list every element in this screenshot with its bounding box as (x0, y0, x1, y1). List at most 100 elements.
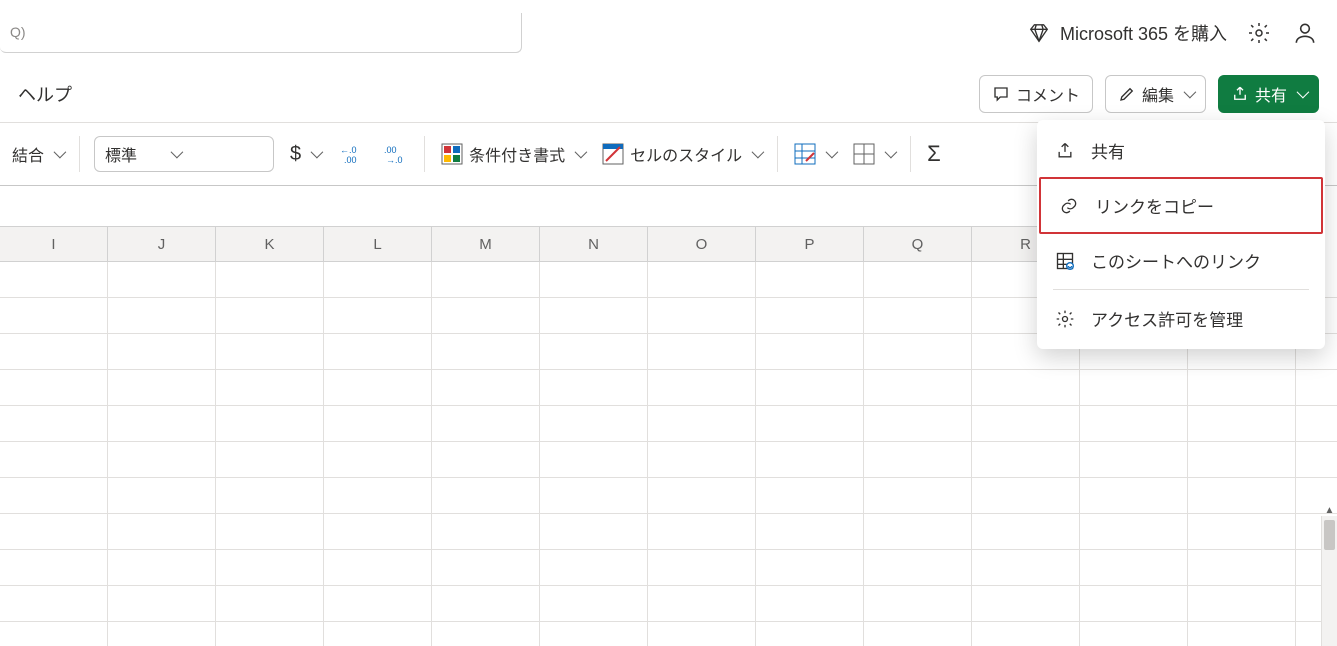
number-format-combo[interactable]: 標準 (94, 136, 274, 172)
cell[interactable] (432, 406, 540, 442)
cell[interactable] (540, 298, 648, 334)
cell[interactable] (648, 478, 756, 514)
cell[interactable] (648, 262, 756, 298)
cell[interactable] (756, 370, 864, 406)
cell[interactable] (432, 478, 540, 514)
cell[interactable] (972, 478, 1080, 514)
cell[interactable] (1080, 622, 1188, 646)
cell[interactable] (0, 298, 108, 334)
cell[interactable] (0, 442, 108, 478)
cell[interactable] (540, 478, 648, 514)
cell[interactable] (648, 514, 756, 550)
cell[interactable] (108, 514, 216, 550)
col-header[interactable]: L (324, 227, 432, 261)
cell[interactable] (648, 622, 756, 646)
cell[interactable] (756, 550, 864, 586)
decrease-decimal-button[interactable]: ←.0 .00 (336, 139, 366, 169)
cell[interactable] (216, 514, 324, 550)
account-button[interactable] (1291, 19, 1319, 47)
cell[interactable] (108, 622, 216, 646)
cell[interactable] (216, 334, 324, 370)
cell[interactable] (1188, 622, 1296, 646)
cell[interactable] (540, 514, 648, 550)
cell[interactable] (540, 370, 648, 406)
edit-mode-button[interactable]: 編集 (1105, 75, 1206, 113)
cell[interactable] (540, 442, 648, 478)
cell[interactable] (756, 298, 864, 334)
cell-styles-button[interactable]: セルのスタイル (600, 138, 763, 170)
increase-decimal-button[interactable]: .00 →.0 (380, 139, 410, 169)
cell[interactable] (756, 514, 864, 550)
cell[interactable] (756, 406, 864, 442)
autosum-button[interactable]: Σ (925, 137, 943, 171)
cell[interactable] (1296, 370, 1337, 406)
cell[interactable] (864, 550, 972, 586)
scroll-thumb[interactable] (1324, 520, 1335, 550)
cell[interactable] (972, 442, 1080, 478)
cell[interactable] (216, 622, 324, 646)
cell[interactable] (0, 586, 108, 622)
share-button[interactable]: 共有 (1218, 75, 1319, 113)
col-header[interactable]: Q (864, 227, 972, 261)
cell[interactable] (324, 370, 432, 406)
share-menu-copy-link[interactable]: リンクをコピー (1039, 177, 1323, 234)
cell[interactable] (1188, 406, 1296, 442)
cell[interactable] (432, 586, 540, 622)
cell[interactable] (1188, 370, 1296, 406)
cell[interactable] (756, 262, 864, 298)
cell[interactable] (1080, 442, 1188, 478)
cell[interactable] (1080, 514, 1188, 550)
cell[interactable] (1080, 370, 1188, 406)
cell[interactable] (756, 334, 864, 370)
cell[interactable] (324, 550, 432, 586)
cell[interactable] (108, 442, 216, 478)
cell[interactable] (108, 334, 216, 370)
cell[interactable] (324, 406, 432, 442)
col-header[interactable]: K (216, 227, 324, 261)
settings-button[interactable] (1245, 19, 1273, 47)
cell[interactable] (1080, 406, 1188, 442)
cell[interactable] (324, 622, 432, 646)
cell[interactable] (432, 262, 540, 298)
cell[interactable] (0, 622, 108, 646)
cell[interactable] (540, 622, 648, 646)
cell[interactable] (1296, 442, 1337, 478)
cell[interactable] (864, 406, 972, 442)
col-header[interactable]: P (756, 227, 864, 261)
cell[interactable] (864, 514, 972, 550)
cell[interactable] (108, 406, 216, 442)
cell[interactable] (0, 550, 108, 586)
scroll-up-arrow[interactable]: ▲ (1322, 502, 1337, 518)
cell[interactable] (0, 334, 108, 370)
cell[interactable] (108, 478, 216, 514)
col-header[interactable]: N (540, 227, 648, 261)
cell[interactable] (1080, 550, 1188, 586)
cell[interactable] (1296, 406, 1337, 442)
cell[interactable] (324, 478, 432, 514)
col-header[interactable]: M (432, 227, 540, 261)
cell[interactable] (864, 298, 972, 334)
col-header[interactable]: J (108, 227, 216, 261)
cell[interactable] (540, 550, 648, 586)
cell[interactable] (108, 586, 216, 622)
cell[interactable] (432, 550, 540, 586)
cell[interactable] (756, 622, 864, 646)
col-header[interactable]: O (648, 227, 756, 261)
cell[interactable] (972, 514, 1080, 550)
cell[interactable] (540, 262, 648, 298)
cell[interactable] (0, 478, 108, 514)
cell[interactable] (216, 478, 324, 514)
cell[interactable] (864, 478, 972, 514)
cell[interactable] (972, 370, 1080, 406)
cell[interactable] (864, 442, 972, 478)
comments-button[interactable]: コメント (979, 75, 1093, 113)
cell[interactable] (0, 370, 108, 406)
cell[interactable] (432, 514, 540, 550)
cell[interactable] (108, 370, 216, 406)
cell[interactable] (216, 370, 324, 406)
vertical-scrollbar[interactable]: ▲ (1321, 516, 1337, 646)
cell[interactable] (108, 262, 216, 298)
cell[interactable] (1188, 550, 1296, 586)
cell[interactable] (324, 334, 432, 370)
cell[interactable] (216, 550, 324, 586)
